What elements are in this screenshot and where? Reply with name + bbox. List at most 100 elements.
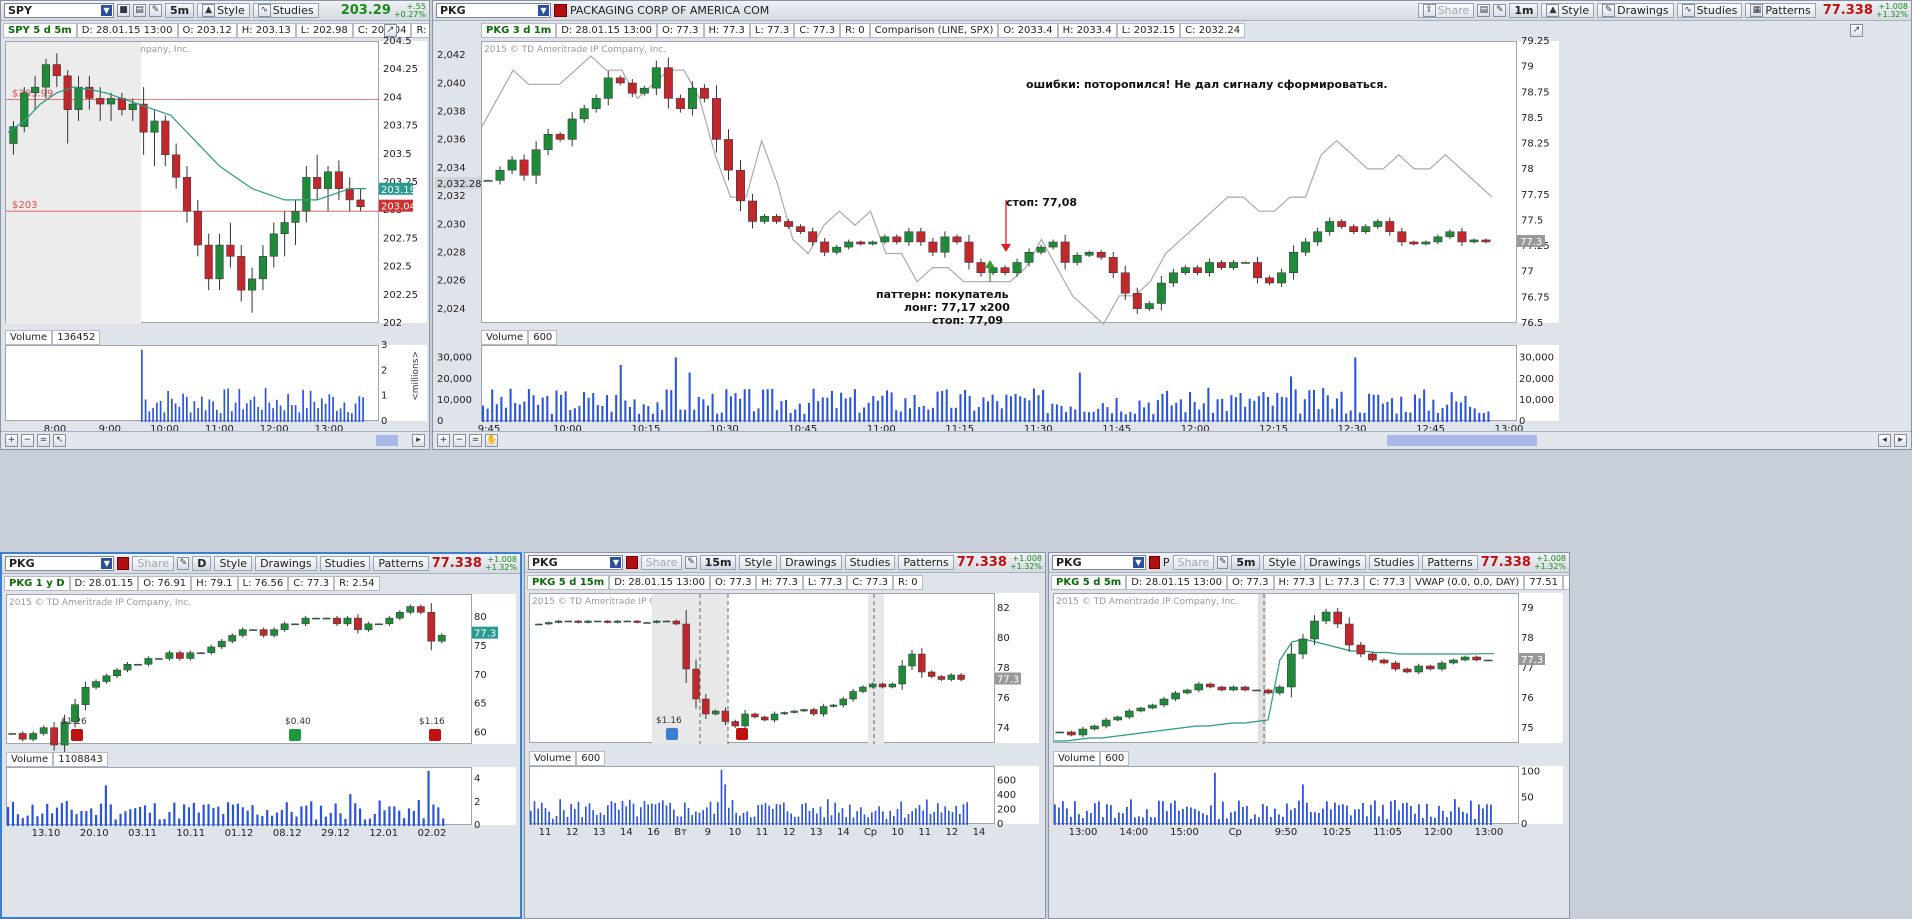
main-price-plot[interactable]: 2015 © TD Ameritrade IP Company, Inc. ош… <box>481 41 1517 327</box>
cursor-icon[interactable]: ↖ <box>53 434 66 447</box>
volume-bar <box>991 394 994 422</box>
dropdown-icon[interactable]: ▼ <box>101 5 112 16</box>
volume-bar <box>90 808 93 826</box>
interval-button[interactable]: 1m <box>1509 3 1539 18</box>
m15-price-plot[interactable]: 2015 © TD Ameritrade IP Company, Inc. $1… <box>529 593 995 744</box>
link-icon[interactable] <box>554 4 567 17</box>
candle-body <box>217 640 226 648</box>
interval-button[interactable]: D <box>192 556 212 571</box>
dropdown-icon[interactable]: ▼ <box>538 5 549 16</box>
share-button[interactable]: ⇪ Share <box>1417 3 1475 18</box>
spy-chart-pane[interactable]: SPY ▼ ■ ▤ ✎ 5m ▲ Style ∿ Studies 203.29 +.5… <box>0 0 430 450</box>
tools-icon[interactable]: ✎ <box>1493 4 1507 17</box>
dividend-marker-icon[interactable] <box>666 728 678 740</box>
main-volume-axis: 30,000 20,000 10,000 0 <box>1517 345 1559 427</box>
candle-body <box>1120 272 1130 294</box>
symbol-input[interactable]: PKG ▼ <box>436 3 551 18</box>
y-tick-label: 60 <box>474 727 487 738</box>
volume-bar <box>1442 810 1444 825</box>
symbol-input[interactable]: PKG ▼ <box>1052 555 1146 570</box>
link-icon[interactable] <box>117 557 130 570</box>
style-button[interactable]: Style <box>1263 555 1302 570</box>
link-icon[interactable] <box>626 556 638 569</box>
zoom-reset-icon[interactable]: = <box>469 434 482 447</box>
symbol-input[interactable]: PKG ▼ <box>528 555 624 570</box>
share-button[interactable]: Share <box>640 555 683 570</box>
drawings-button[interactable]: Drawings <box>255 556 317 571</box>
patterns-button[interactable]: Patterns <box>373 556 429 571</box>
volume-bar <box>1166 390 1169 422</box>
scroll-end-icon[interactable]: ▸ <box>1894 434 1907 447</box>
interval-button[interactable]: 15m <box>699 555 737 570</box>
earnings-marker-icon[interactable] <box>429 729 441 741</box>
daily-price-axis: 80 75 70 65 60 77.3 <box>472 594 516 744</box>
tools-icon[interactable]: ✎ <box>177 557 190 570</box>
daily-price-plot[interactable]: 2015 © TD Ameritrade IP Company, Inc. $1… <box>6 594 472 753</box>
tools-icon[interactable]: ✎ <box>1217 556 1229 569</box>
patterns-button[interactable]: Patterns <box>1422 555 1478 570</box>
drawings-button[interactable]: Drawings <box>1304 555 1366 570</box>
chart-settings-icon[interactable]: ▤ <box>133 4 146 17</box>
dropdown-icon[interactable]: ▼ <box>101 558 113 569</box>
studies-button[interactable]: Studies <box>319 556 371 571</box>
interval-button[interactable]: 5m <box>1231 555 1261 570</box>
m5-price-plot[interactable]: 2015 © TD Ameritrade IP Company, Inc. <box>1053 593 1519 744</box>
symbol-input[interactable]: PKG ▼ <box>5 556 115 571</box>
volume-bar <box>948 810 950 825</box>
dropdown-icon[interactable]: ▼ <box>1132 557 1144 568</box>
tools-icon[interactable]: ✎ <box>685 556 697 569</box>
studies-button[interactable]: Studies <box>1368 555 1420 570</box>
style-button[interactable]: ▲ Style <box>1541 3 1595 18</box>
earnings-marker-icon[interactable] <box>736 728 748 740</box>
chart-settings-icon[interactable]: ▤ <box>1477 4 1491 17</box>
volume-bar <box>772 809 774 825</box>
candle-body <box>1078 728 1088 736</box>
scroll-end-icon[interactable]: ▸ <box>412 434 425 447</box>
zoom-out-icon[interactable]: − <box>453 434 466 447</box>
drawings-button[interactable]: Drawings <box>780 555 842 570</box>
expand-icon[interactable]: ↗ <box>1850 24 1863 37</box>
zoom-out-icon[interactable]: − <box>21 434 34 447</box>
style-button[interactable]: Style <box>739 555 778 570</box>
studies-button[interactable]: Studies <box>844 555 896 570</box>
x-tick-label: 10 <box>729 827 742 838</box>
pkg-15m-chart-pane[interactable]: PKG ▼ Share ✎ 15m Style Drawings Studies … <box>524 552 1046 919</box>
pkg-5m-chart-pane[interactable]: PKG ▼ P Share ✎ 5m Style Drawings Studies… <box>1048 552 1570 919</box>
main-scrollbar[interactable] <box>1387 435 1537 446</box>
volume-bar <box>1372 394 1375 422</box>
drawings-button[interactable]: ✎ Drawings <box>1597 3 1674 18</box>
earnings-marker-icon[interactable] <box>71 729 83 741</box>
pkg-daily-chart-pane[interactable]: PKG ▼ Share ✎ D Style Drawings Studies Pa… <box>0 552 522 919</box>
style-button[interactable]: ▲ Style <box>197 3 250 18</box>
scroll-start-icon[interactable]: ◂ <box>1878 434 1891 447</box>
studies-button[interactable]: ∿ Studies <box>252 3 319 18</box>
volume-bar <box>275 812 279 826</box>
patterns-button[interactable]: ▦ Patterns <box>1745 3 1816 18</box>
share-button[interactable]: Share <box>132 556 175 571</box>
zoom-in-icon[interactable]: + <box>437 434 450 447</box>
link-icon[interactable]: ■ <box>117 4 130 17</box>
candle-body <box>1298 638 1308 655</box>
candle-body <box>301 617 310 625</box>
patterns-button[interactable]: Patterns <box>898 555 954 570</box>
zoom-in-icon[interactable]: + <box>5 434 18 447</box>
change-pct: +0.27% <box>393 9 426 19</box>
studies-button[interactable]: ∿ Studies <box>1676 3 1743 18</box>
link-icon[interactable] <box>1148 556 1160 569</box>
pan-hand-icon[interactable]: ✋ <box>485 434 498 447</box>
dropdown-icon[interactable]: ▼ <box>610 557 622 568</box>
spy-scrollbar[interactable] <box>376 435 398 446</box>
symbol-input[interactable]: SPY ▼ <box>4 3 114 18</box>
dividend-marker-icon[interactable] <box>289 729 301 741</box>
interval-button[interactable]: 5m <box>165 3 195 18</box>
drawings-icon: ✎ <box>1602 4 1616 17</box>
share-button[interactable]: Share <box>1172 555 1215 570</box>
zoom-reset-icon[interactable]: = <box>37 434 50 447</box>
main-chart-pane[interactable]: PKG ▼ PACKAGING CORP OF AMERICA COM ⇪ Shar… <box>432 0 1912 450</box>
price-tag: 77.3 <box>1521 655 1543 666</box>
tools-icon[interactable]: ✎ <box>149 4 162 17</box>
volume-bar <box>217 806 220 826</box>
style-button[interactable]: Style <box>214 556 253 571</box>
spy-price-plot[interactable]: 2015 © TD Ameritrade IP Company, Inc. $2… <box>5 41 380 324</box>
volume-bar <box>619 365 622 422</box>
